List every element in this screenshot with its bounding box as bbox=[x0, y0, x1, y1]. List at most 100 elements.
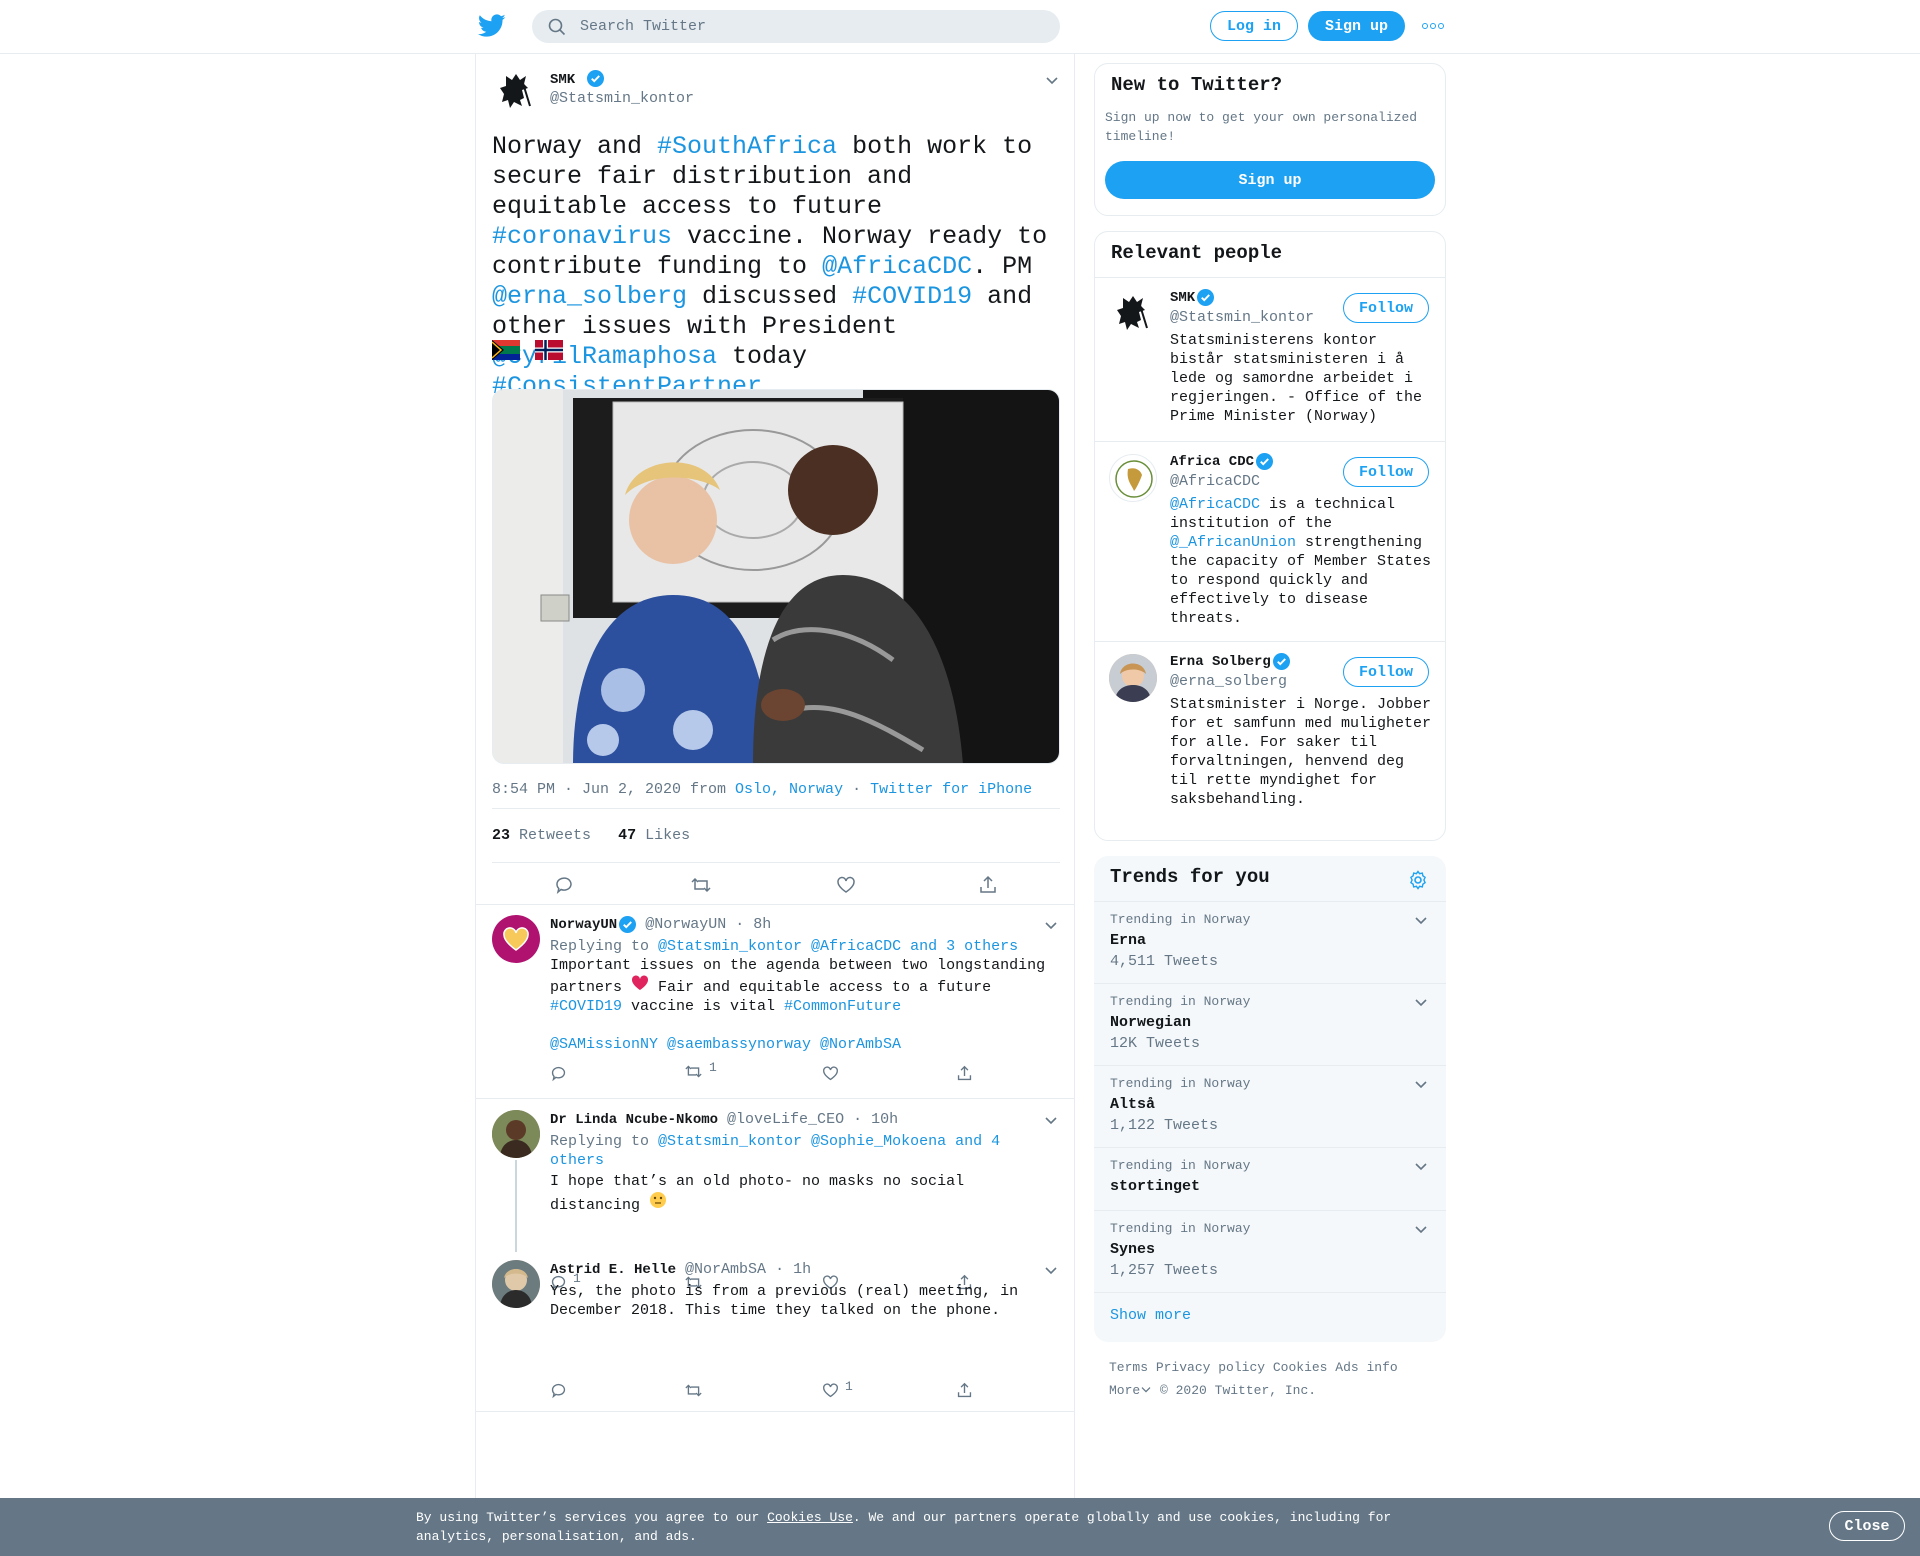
footer-terms-link[interactable]: Terms bbox=[1109, 1360, 1148, 1375]
replying-to-link[interactable]: @Statsmin_kontor @AfricaCDC and 3 others bbox=[658, 938, 1018, 955]
settings-gear-icon[interactable] bbox=[1408, 870, 1428, 890]
tweet-photo[interactable] bbox=[492, 389, 1060, 764]
hashtag-link[interactable]: #CommonFuture bbox=[784, 998, 901, 1015]
africacdc-avatar[interactable] bbox=[1109, 454, 1157, 502]
reply-icon[interactable] bbox=[554, 875, 574, 895]
retweet-action[interactable]: 1 bbox=[684, 1060, 717, 1080]
sidebar-signup-button[interactable]: Sign up bbox=[1105, 161, 1435, 199]
bio-mention-link[interactable]: @AfricaCDC bbox=[1170, 496, 1260, 513]
trend-item[interactable]: Trending in Norway Synes 1,257 Tweets bbox=[1094, 1210, 1446, 1292]
reply-text: I hope that’s an old photo- no masks no … bbox=[550, 1173, 965, 1214]
tweet-text-link[interactable]: #SouthAfrica bbox=[657, 132, 837, 161]
person-name[interactable]: Africa CDC bbox=[1170, 454, 1254, 470]
chevron-down-icon[interactable] bbox=[1414, 1225, 1428, 1235]
person-item[interactable]: Erna Solberg @erna_solberg Statsminister… bbox=[1095, 641, 1445, 840]
trend-item[interactable]: Trending in Norway stortinget bbox=[1094, 1147, 1446, 1210]
trend-name[interactable]: Altså bbox=[1110, 1096, 1155, 1113]
smk-avatar[interactable] bbox=[492, 68, 540, 116]
person-name[interactable]: Erna Solberg bbox=[1170, 654, 1271, 670]
search-box[interactable] bbox=[532, 10, 1060, 43]
share-icon bbox=[957, 1065, 972, 1081]
mentions-links[interactable]: @SAMissionNY @saembassynorway @NorAmbSA bbox=[550, 1035, 1050, 1054]
search-input[interactable] bbox=[580, 10, 1040, 43]
trend-item[interactable]: Trending in Norway Norwegian 12K Tweets bbox=[1094, 983, 1446, 1065]
tweet-source-link[interactable]: Twitter for iPhone bbox=[870, 781, 1032, 798]
close-cookie-banner-button[interactable]: Close bbox=[1829, 1511, 1905, 1541]
tweet-text-link[interactable]: @erna_solberg bbox=[492, 282, 687, 311]
like-action[interactable] bbox=[822, 1065, 839, 1082]
tweet-location-link[interactable]: Oslo, Norway bbox=[735, 781, 843, 798]
trend-name[interactable]: stortinget bbox=[1110, 1178, 1200, 1195]
tweet-author[interactable]: SMK bbox=[550, 70, 604, 88]
share-action[interactable] bbox=[956, 1382, 973, 1399]
trends-card: Trends for you Trending in Norway Erna 4… bbox=[1094, 856, 1446, 1342]
trend-item[interactable]: Trending in Norway Altså 1,122 Tweets bbox=[1094, 1065, 1446, 1147]
like-action[interactable]: 1 bbox=[822, 1379, 853, 1399]
retweets-stat[interactable]: 23 Retweets bbox=[492, 827, 591, 844]
replying-label: Replying to bbox=[550, 1133, 659, 1150]
tweet-text-link[interactable]: #COVID19 bbox=[852, 282, 972, 311]
chevron-down-icon[interactable] bbox=[1045, 76, 1059, 86]
show-more-link[interactable]: Show more bbox=[1110, 1307, 1191, 1324]
author-name[interactable]: SMK bbox=[550, 72, 575, 88]
trend-name[interactable]: Erna bbox=[1110, 932, 1146, 949]
footer-cookies-link[interactable]: Cookies bbox=[1273, 1360, 1328, 1375]
erna-avatar[interactable] bbox=[1109, 654, 1157, 702]
bio-mention-link[interactable]: @_AfricanUnion bbox=[1170, 534, 1296, 551]
more-options-icon[interactable] bbox=[1422, 18, 1446, 34]
reply-author-handle[interactable]: @NorwayUN bbox=[645, 916, 726, 933]
chevron-down-icon[interactable] bbox=[1044, 1116, 1058, 1126]
chevron-down-icon[interactable] bbox=[1044, 1266, 1058, 1276]
reply-time[interactable]: · 1h bbox=[775, 1261, 811, 1278]
footer-ads-link[interactable]: Ads info bbox=[1335, 1360, 1397, 1375]
cookies-use-link[interactable]: Cookies Use bbox=[767, 1510, 853, 1525]
footer-privacy-link[interactable]: Privacy policy bbox=[1156, 1360, 1265, 1375]
tweet-text-link[interactable]: @AfricaCDC bbox=[822, 252, 972, 281]
chevron-down-icon[interactable] bbox=[1044, 921, 1058, 931]
footer-more-link[interactable]: More bbox=[1109, 1383, 1152, 1398]
norwayun-avatar[interactable] bbox=[492, 915, 540, 963]
reply-author-handle[interactable]: @NorAmbSA bbox=[685, 1261, 766, 1278]
smk-avatar[interactable] bbox=[1109, 290, 1157, 338]
reply-author-name[interactable]: Dr Linda Ncube-Nkomo bbox=[550, 1112, 718, 1128]
reply-time[interactable]: · 10h bbox=[853, 1111, 898, 1128]
person-name[interactable]: SMK bbox=[1170, 290, 1195, 306]
follow-button[interactable]: Follow bbox=[1343, 457, 1429, 487]
author-handle[interactable]: @Statsmin_kontor bbox=[550, 90, 694, 107]
show-more-row[interactable]: Show more bbox=[1094, 1292, 1446, 1342]
linda-avatar[interactable] bbox=[492, 1110, 540, 1158]
reply-author-name[interactable]: NorwayUN bbox=[550, 917, 617, 933]
retweet-icon[interactable] bbox=[690, 875, 712, 895]
reply-author-handle[interactable]: @loveLife_CEO bbox=[727, 1111, 844, 1128]
person-item[interactable]: SMK @Statsmin_kontor Statsministerens ko… bbox=[1095, 277, 1445, 441]
reply-tweet[interactable]: NorwayUN @NorwayUN · 8h Replying to @Sta… bbox=[476, 905, 1074, 1099]
twitter-logo-icon[interactable] bbox=[478, 14, 506, 38]
trend-context: Trending in Norway bbox=[1110, 1221, 1251, 1236]
share-icon[interactable] bbox=[978, 875, 998, 895]
reply-author-name[interactable]: Astrid E. Helle bbox=[550, 1262, 676, 1278]
astrid-avatar[interactable] bbox=[492, 1260, 540, 1308]
chevron-down-icon[interactable] bbox=[1414, 1162, 1428, 1172]
tweet-text-link[interactable]: #coronavirus bbox=[492, 222, 672, 251]
tweet-time[interactable]: 8:54 PM · Jun 2, 2020 from bbox=[492, 781, 735, 798]
chevron-down-icon[interactable] bbox=[1414, 998, 1428, 1008]
tweet-text-segment: Norway and bbox=[492, 132, 658, 161]
likes-stat[interactable]: 47 Likes bbox=[618, 827, 690, 844]
login-button[interactable]: Log in bbox=[1210, 11, 1298, 41]
like-icon[interactable] bbox=[836, 875, 856, 895]
chevron-down-icon[interactable] bbox=[1414, 916, 1428, 926]
follow-button[interactable]: Follow bbox=[1343, 293, 1429, 323]
follow-button[interactable]: Follow bbox=[1343, 657, 1429, 687]
reply-action[interactable] bbox=[550, 1065, 567, 1082]
reply-time[interactable]: · 8h bbox=[735, 916, 771, 933]
share-action[interactable] bbox=[956, 1065, 973, 1082]
signup-button[interactable]: Sign up bbox=[1308, 11, 1405, 41]
person-item[interactable]: Africa CDC @AfricaCDC @AfricaCDC is a te… bbox=[1095, 441, 1445, 641]
trend-name[interactable]: Synes bbox=[1110, 1241, 1155, 1258]
reply-action[interactable] bbox=[550, 1382, 567, 1399]
hashtag-link[interactable]: #COVID19 bbox=[550, 998, 622, 1015]
retweet-action[interactable] bbox=[684, 1382, 703, 1399]
trend-name[interactable]: Norwegian bbox=[1110, 1014, 1191, 1031]
trend-item[interactable]: Trending in Norway Erna 4,511 Tweets bbox=[1094, 901, 1446, 983]
chevron-down-icon[interactable] bbox=[1414, 1080, 1428, 1090]
